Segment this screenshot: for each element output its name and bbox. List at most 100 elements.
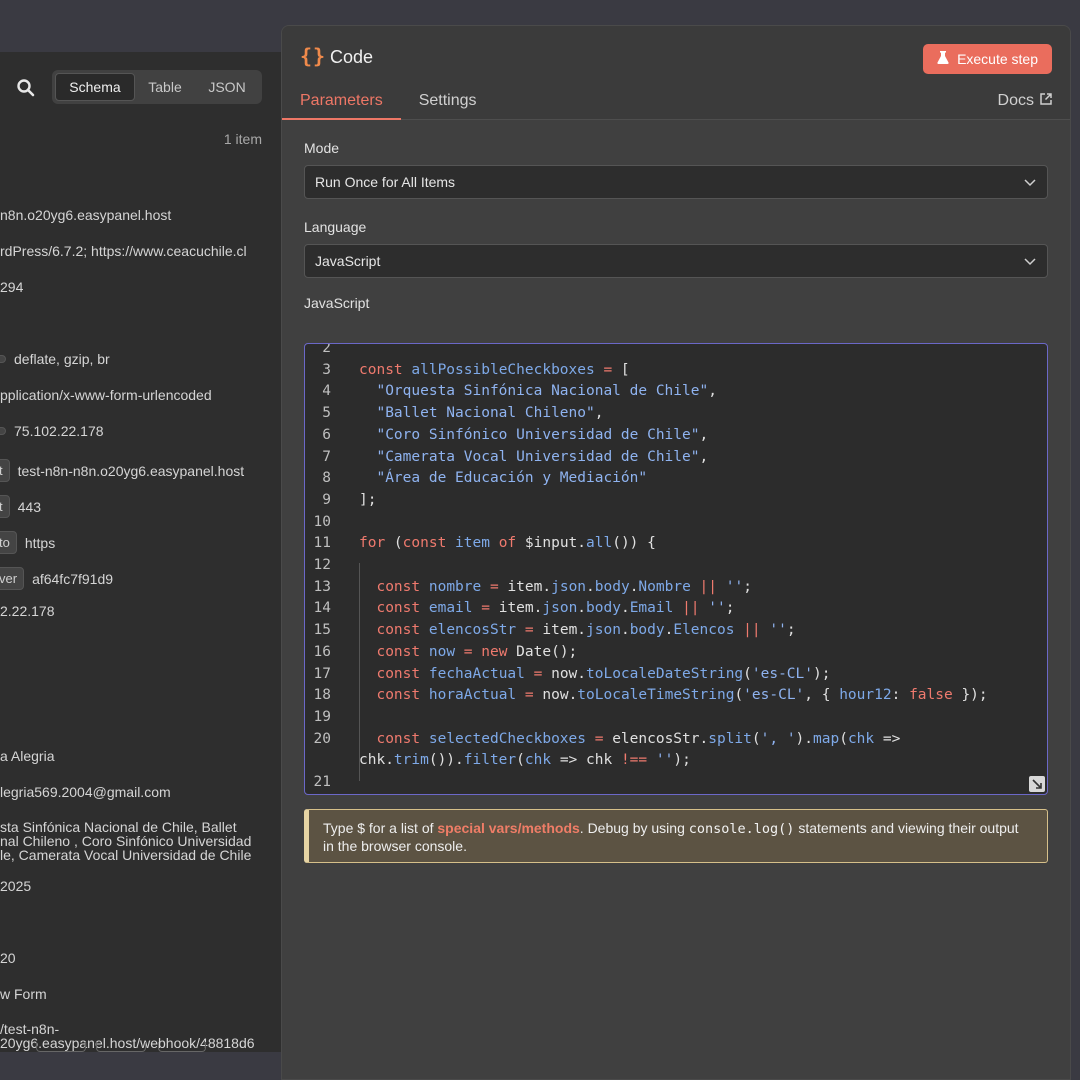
search-icon[interactable] [16,78,36,98]
code-token: json [551,578,587,595]
code-token: 'es-CL' [743,687,805,704]
execute-step-label: Execute step [957,51,1038,67]
code-line: 7 "Camerata Vocal Universidad de Chile", [305,449,1047,471]
code-line: 3 const allPossibleCheckboxes = [ [305,361,1047,384]
code-token: filter [463,752,517,769]
language-select[interactable]: JavaScript [304,244,1048,278]
resize-handle-icon[interactable] [1029,776,1045,792]
field-value: 20 [0,950,16,966]
code-token: , [699,426,709,443]
code-token: "Ballet Nacional Chileno" [376,405,595,422]
code-token: || [673,600,709,617]
tab-parameters[interactable]: Parameters [282,83,401,120]
code-token: ; [743,578,752,595]
line-number: 6 [322,426,331,443]
code-token: json [542,600,578,617]
code-token: const [376,643,429,660]
node-title[interactable]: Code [330,47,373,68]
special-vars-link[interactable]: special vars/methods [437,820,579,836]
code-line: 11 for (const item of $input.all()) { [305,535,1047,557]
schema-row: legria569.2004@gmail.com [0,784,282,800]
field-key-pill[interactable]: t [0,459,10,482]
view-tab-table[interactable]: Table [135,73,195,101]
code-line: 16 const now = new Date(); [305,643,1047,666]
code-line: 18 const horaActual = now.toLocaleTimeSt… [305,687,1047,709]
code-token: . [620,622,630,639]
code-token: Elencos [673,622,735,639]
line-number: 20 [313,730,331,747]
code-editor[interactable]: 2 3 const allPossibleCheckboxes = [4 "Orqu… [304,343,1048,795]
hint-callout: Type $ for a list of special vars/method… [304,809,1048,863]
line-number: 18 [313,687,331,704]
line-number: 3 [322,361,331,378]
code-token: of [498,535,525,552]
code-text: "Camerata Vocal Universidad de Chile", [359,449,708,465]
field-key-pill[interactable]: ver [0,567,25,590]
code-text: const nombre = item.json.body.Nombre || … [359,578,752,595]
code-line: 15 const elencosStr = item.json.body.Ele… [305,622,1047,644]
code-token: , [699,448,709,465]
code-token: '' [655,752,674,769]
code-text: const selectedCheckboxes = elencosStr.sp… [359,731,900,747]
view-tab-schema[interactable]: Schema [55,73,135,101]
schema-row: deflate, gzip, br [0,351,282,367]
code-token: "Camerata Vocal Universidad de Chile" [376,448,700,465]
schema-row: 20 [0,950,282,966]
schema-row: 294 [0,279,282,295]
code-text: const allPossibleCheckboxes = [ [359,362,630,378]
dialog-tabs: Parameters Settings [282,83,495,120]
code-line: 5 "Ballet Nacional Chileno", [305,405,1047,427]
line-number: 15 [313,622,331,639]
code-line: 21 [305,774,1047,794]
line-number: 12 [313,557,331,573]
code-token: ; [725,600,735,617]
docs-link[interactable]: Docs [998,92,1052,110]
view-tab-json[interactable]: JSON [195,73,259,101]
field-value: 294 [0,279,24,295]
field-value: 443 [17,498,41,515]
code-text: for (const item of $input.all()) { [359,535,656,551]
parameters-panel: Mode Run Once for All Items Language Jav… [282,120,1070,1079]
tab-settings[interactable]: Settings [401,83,495,120]
code-token: . [577,600,587,617]
code-token: ( [743,665,752,682]
code-token: ]; [359,491,377,508]
code-token: json [586,622,621,639]
code-token: hour12 [839,687,892,704]
code-token: ', ' [760,730,796,747]
field-key-pill[interactable] [0,355,6,363]
field-key-pill[interactable]: to [0,531,17,554]
item-count: 1 item [223,131,262,147]
execute-step-button[interactable]: Execute step [923,44,1052,74]
code-text: "Coro Sinfónico Universidad de Chile", [359,427,708,443]
code-text: ]; [359,492,376,508]
hint-code: console.log() [688,821,795,837]
code-token: body [586,600,621,617]
code-text: "Ballet Nacional Chileno", [359,405,603,421]
code-token: ()) { [612,535,656,552]
docs-label: Docs [997,92,1034,109]
code-token: ; [786,622,796,639]
mode-select[interactable]: Run Once for All Items [304,165,1048,199]
code-token: const [376,687,429,704]
code-token: ()). [428,752,464,769]
ghost-button [158,1042,206,1052]
field-key-pill[interactable] [0,427,6,435]
code-token: Date(); [516,643,578,660]
code-text: const email = item.json.body.Email || ''… [359,600,734,616]
hint-text: Type $ for a list of [323,820,438,836]
code-token: now. [551,665,587,682]
input-toolbar: Schema Table JSON [0,70,282,106]
code-token: Email [629,600,674,617]
code-token: , { [804,687,840,704]
schema-row: a Alegria [0,748,282,764]
field-key-pill[interactable]: t [0,495,10,518]
code-token: ); [813,665,831,682]
line-number: 11 [313,535,331,552]
code-token: ); [673,752,691,769]
code-token: elencosStr. [612,730,709,747]
code-token: = [524,665,552,682]
line-number: 4 [322,383,331,400]
